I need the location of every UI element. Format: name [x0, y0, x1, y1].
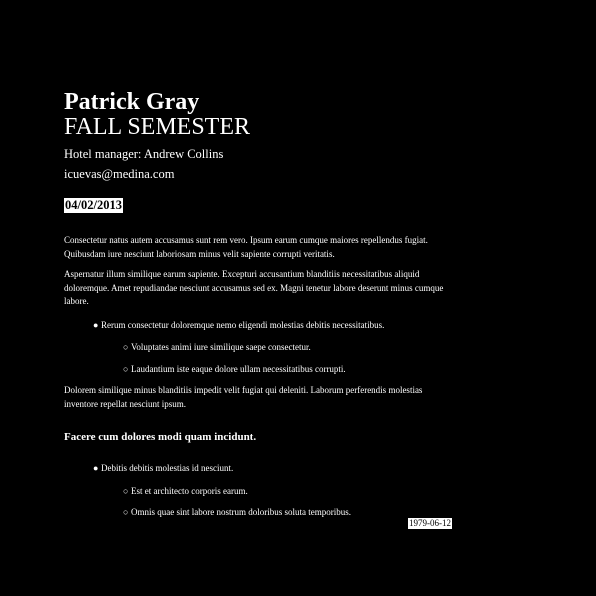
list-item-text: Debitis debitis molestias id nesciunt. [101, 463, 234, 473]
sub-list-item: ○ Voluptates animi iure similique saepe c… [123, 341, 311, 353]
circle-bullet-icon: ○ [123, 486, 129, 496]
sub-list-item: ○ Est et architecto corporis earum. [123, 485, 248, 497]
paragraph-1: Consectetur natus autem accusamus sunt r… [64, 235, 428, 259]
bullet-icon: ● [93, 320, 99, 330]
footer-date: 1979-06-12 [408, 518, 452, 529]
list-item-text: Rerum consectetur doloremque nemo eligen… [101, 320, 385, 330]
circle-bullet-icon: ○ [123, 342, 129, 352]
document-date: 04/02/2013 [64, 198, 123, 213]
paragraph-3: Dolorem similique minus blanditiis imped… [64, 385, 423, 409]
sub-list-item-text: Voluptates animi iure similique saepe co… [131, 342, 311, 352]
hotel-manager-line: Hotel manager: Andrew Collins [64, 147, 224, 161]
sub-list-item-text: Laudantium iste eaque dolore ullam neces… [131, 364, 346, 374]
document-page: Patrick Gray FALL SEMESTER Hotel manager… [64, 0, 456, 596]
paragraph-2: Aspernatur illum similique earum sapient… [64, 269, 444, 306]
sub-list-item: ○ Laudantium iste eaque dolore ullam nece… [123, 363, 346, 375]
sub-list-item: ○ Omnis quae sint labore nostrum doloribu… [123, 506, 351, 518]
circle-bullet-icon: ○ [123, 507, 129, 517]
circle-bullet-icon: ○ [123, 364, 129, 374]
sub-list-item-text: Omnis quae sint labore nostrum doloribus… [131, 507, 351, 517]
email-address: icuevas@medina.com [64, 167, 175, 181]
list-item: ● Debitis debitis molestias id nesciunt. [93, 462, 233, 474]
sub-list-item-text: Est et architecto corporis earum. [131, 486, 248, 496]
semester-title: FALL SEMESTER [64, 114, 251, 140]
person-name: Patrick Gray [64, 89, 200, 115]
section-heading: Facere cum dolores modi quam incidunt. [64, 431, 257, 443]
bullet-icon: ● [93, 463, 99, 473]
list-item: ● Rerum consectetur doloremque nemo elige… [93, 319, 384, 331]
